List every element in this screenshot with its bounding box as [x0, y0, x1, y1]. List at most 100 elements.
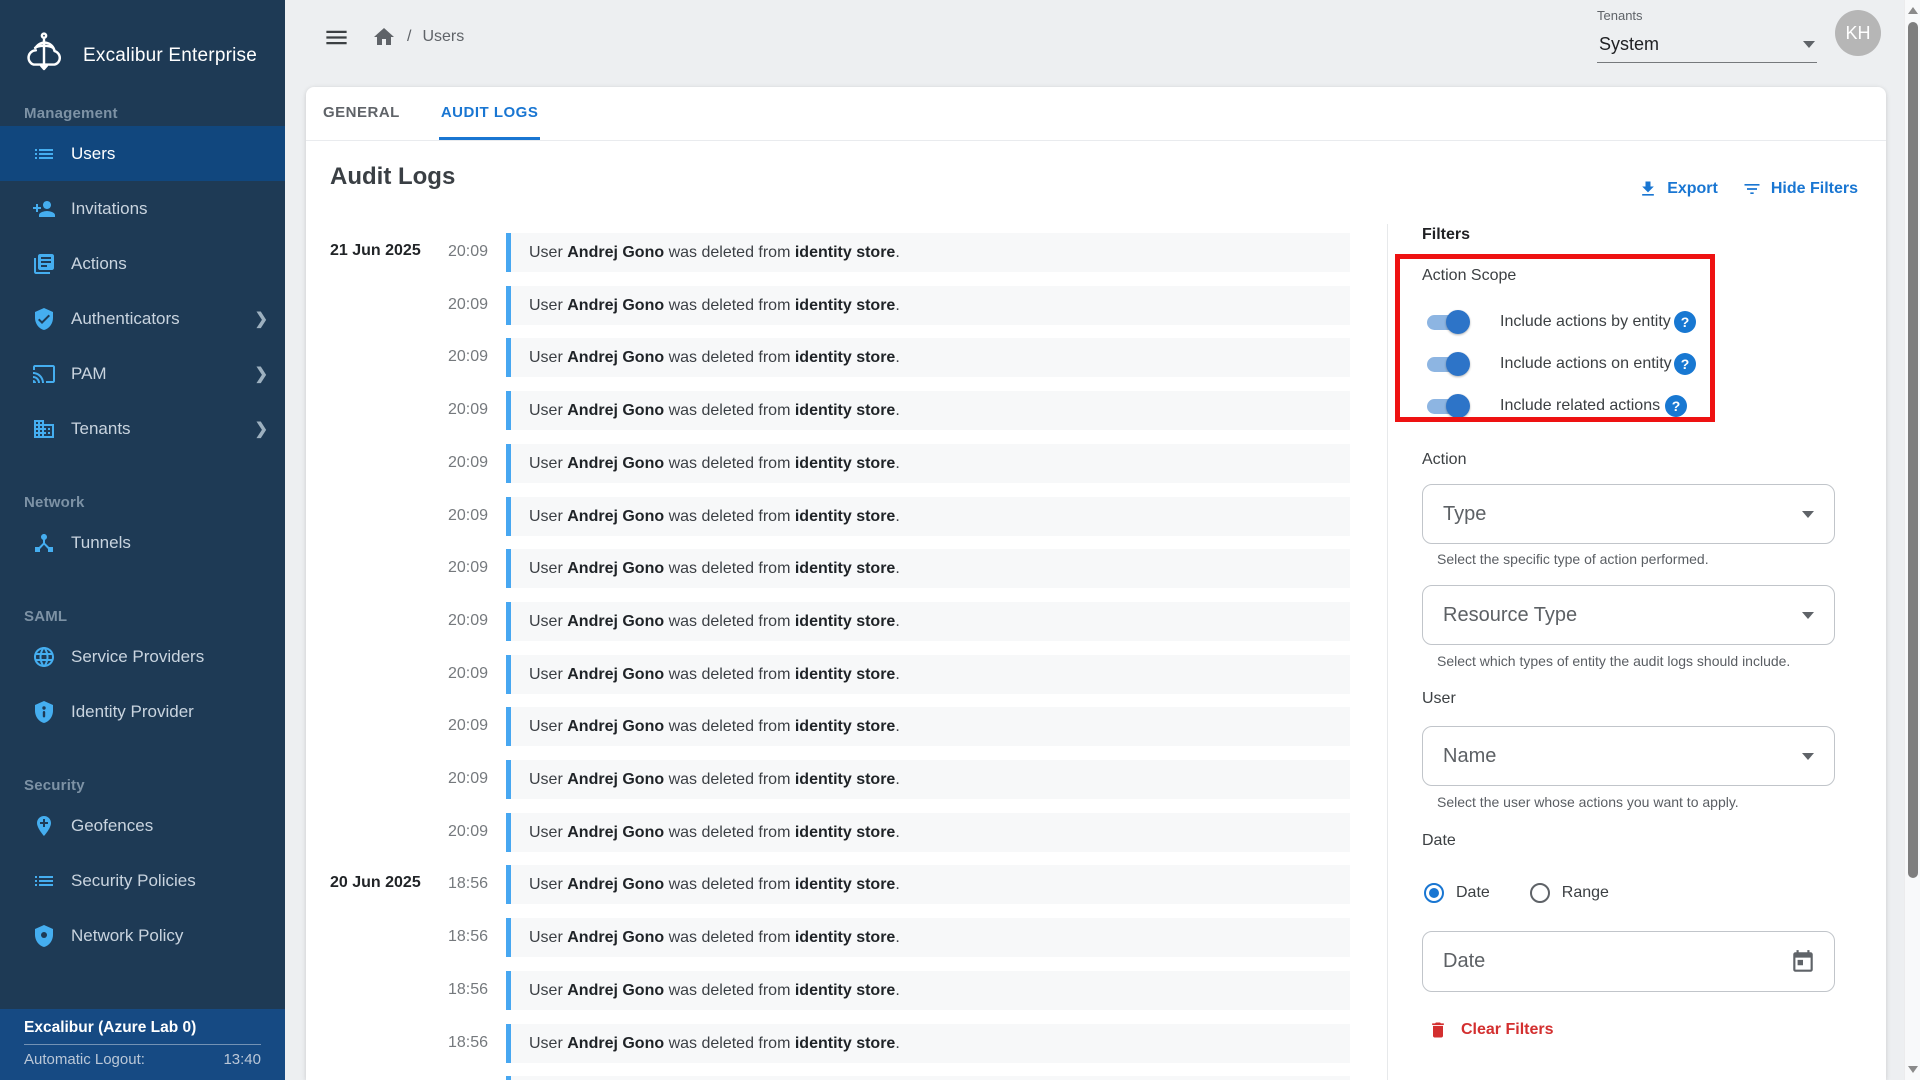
- date-section-label: Date: [1422, 832, 1456, 850]
- scrollbar-down-arrow[interactable]: [1908, 1066, 1918, 1073]
- sidebar-item-label: Network Policy: [71, 926, 183, 946]
- toggle-label: Include actions by entity: [1500, 313, 1671, 331]
- page-title: Audit Logs: [330, 163, 455, 191]
- resource-type-select[interactable]: Resource Type: [1422, 585, 1835, 645]
- export-button[interactable]: Export: [1638, 179, 1718, 199]
- top-header: / Users Tenants System KH: [285, 0, 1904, 74]
- avatar[interactable]: KH: [1835, 10, 1881, 56]
- log-entry[interactable]: User Andrej Gono was deleted from identi…: [506, 813, 1350, 852]
- radio-date[interactable]: [1424, 883, 1444, 903]
- breadcrumb: / Users: [372, 25, 464, 49]
- sidebar-item-security-policies[interactable]: Security Policies: [0, 853, 285, 908]
- radio-date-label: Date: [1456, 884, 1490, 902]
- audit-log-row: 18:56User Andrej Gono was deleted from i…: [306, 1024, 1396, 1063]
- log-time: 20:09: [430, 454, 488, 472]
- sidebar-item-tenants[interactable]: Tenants❯: [0, 401, 285, 456]
- log-entry[interactable]: User Andrej Gono was deleted from identi…: [506, 760, 1350, 799]
- help-question-icon[interactable]: ?: [1665, 395, 1687, 417]
- sidebar-item-label: Security Policies: [71, 871, 196, 891]
- log-entry[interactable]: User Andrej Gono was deleted from identi…: [506, 918, 1350, 957]
- sidebar-item-actions[interactable]: Actions: [0, 236, 285, 291]
- audit-log-row: 21 Jun 202520:09User Andrej Gono was del…: [306, 233, 1396, 272]
- log-entry[interactable]: User Andrej Gono was deleted from identi…: [506, 233, 1350, 272]
- sidebar-item-label: Service Providers: [71, 647, 204, 667]
- sidebar-item-label: Invitations: [71, 199, 148, 219]
- audit-log-row: 20:09User Andrej Gono was deleted from i…: [306, 338, 1396, 377]
- sidebar-item-label: Tenants: [71, 419, 131, 439]
- log-entry[interactable]: User Andrej Gono was deleted from identi…: [506, 865, 1350, 904]
- log-time: 20:09: [430, 823, 488, 841]
- date-input[interactable]: Date: [1422, 931, 1835, 992]
- log-entry[interactable]: User Andrej Gono was deleted from identi…: [506, 971, 1350, 1010]
- log-time: 20:09: [430, 243, 488, 261]
- sidebar-item-pam[interactable]: PAM❯: [0, 346, 285, 401]
- help-question-icon[interactable]: ?: [1674, 353, 1696, 375]
- log-entry[interactable]: [506, 1076, 1350, 1080]
- page-scrollbar: [1904, 0, 1920, 1080]
- sidebar-nav: ManagementUsersInvitationsActionsAuthent…: [0, 100, 285, 963]
- home-icon[interactable]: [372, 25, 396, 49]
- radio-range[interactable]: [1530, 883, 1550, 903]
- action-section-label: Action: [1422, 451, 1466, 469]
- tab-audit-logs[interactable]: AUDIT LOGS: [439, 87, 541, 140]
- log-entry[interactable]: User Andrej Gono was deleted from identi…: [506, 286, 1350, 325]
- log-entry[interactable]: User Andrej Gono was deleted from identi…: [506, 549, 1350, 588]
- pin-plus-icon: [32, 814, 56, 838]
- sidebar-item-users[interactable]: Users: [0, 126, 285, 181]
- log-entry[interactable]: User Andrej Gono was deleted from identi…: [506, 497, 1350, 536]
- log-entry[interactable]: User Andrej Gono was deleted from identi…: [506, 707, 1350, 746]
- excalibur-cloud-sword-logo: [18, 30, 70, 82]
- hub-icon: [32, 531, 56, 555]
- help-question-icon[interactable]: ?: [1674, 311, 1696, 333]
- log-time: 20:09: [430, 559, 488, 577]
- audit-log-row: 20:09 User Andrej Gono was deleted from i…: [306, 444, 1396, 483]
- breadcrumb-separator: /: [407, 28, 411, 46]
- sidebar-item-identity-provider[interactable]: Identity Provider: [0, 684, 285, 739]
- log-entry[interactable]: User Andrej Gono was deleted from identi…: [506, 655, 1350, 694]
- log-entry[interactable]: User Andrej Gono was deleted from identi…: [506, 444, 1350, 483]
- user-name-select[interactable]: Name: [1422, 726, 1835, 786]
- log-entry[interactable]: User Andrej Gono was deleted from identi…: [506, 338, 1350, 377]
- sidebar-item-label: Tunnels: [71, 533, 131, 553]
- toggle-switch[interactable]: [1427, 394, 1468, 418]
- sidebar-section-security: Security: [0, 772, 285, 798]
- log-entry[interactable]: User Andrej Gono was deleted from identi…: [506, 391, 1350, 430]
- filters-title: Filters: [1422, 226, 1470, 244]
- log-entry[interactable]: User Andrej Gono was deleted from identi…: [506, 602, 1350, 641]
- audit-log-row: 18:56User Andrej Gono was deleted from i…: [306, 918, 1396, 957]
- footer-divider: [24, 1044, 261, 1045]
- chevron-down-icon: [1802, 511, 1814, 518]
- hide-filters-button[interactable]: Hide Filters: [1742, 179, 1858, 199]
- toggle-switch[interactable]: [1427, 310, 1468, 334]
- menu-toggle-button[interactable]: [323, 24, 350, 51]
- audit-log-row: 20:09User Andrej Gono was deleted from i…: [306, 602, 1396, 641]
- filters-divider: [1387, 224, 1388, 1080]
- toggle-label: Include actions on entity: [1500, 355, 1672, 373]
- sidebar-item-network-policy[interactable]: Network Policy: [0, 908, 285, 963]
- scrollbar-thumb[interactable]: [1908, 22, 1918, 878]
- sidebar-item-authenticators[interactable]: Authenticators❯: [0, 291, 285, 346]
- tab-general[interactable]: GENERAL: [321, 87, 402, 140]
- clear-filters-button[interactable]: Clear Filters: [1428, 1020, 1553, 1040]
- log-time: 20:09: [430, 717, 488, 735]
- calendar-icon[interactable]: [1790, 949, 1816, 975]
- auto-logout-time: 13:40: [223, 1051, 261, 1068]
- log-entry[interactable]: User Andrej Gono was deleted from identi…: [506, 1024, 1350, 1063]
- filter-icon: [1742, 179, 1762, 199]
- chevron-down-icon: [1803, 41, 1815, 48]
- list-icon: [32, 142, 56, 166]
- content-card: GENERAL AUDIT LOGS Audit Logs Export Hid…: [306, 87, 1886, 1080]
- tenant-select[interactable]: Tenants System: [1597, 8, 1817, 63]
- toggle-switch[interactable]: [1427, 352, 1468, 376]
- sidebar-item-tunnels[interactable]: Tunnels: [0, 515, 285, 570]
- sidebar-item-geofences[interactable]: Geofences: [0, 798, 285, 853]
- list-icon: [32, 869, 56, 893]
- sidebar-item-service-providers[interactable]: Service Providers: [0, 629, 285, 684]
- resource-type-placeholder: Resource Type: [1443, 604, 1802, 627]
- scrollbar-up-arrow[interactable]: [1908, 7, 1918, 14]
- action-type-select[interactable]: Type: [1422, 484, 1835, 544]
- sidebar-footer: Excalibur (Azure Lab 0) Automatic Logout…: [0, 1009, 285, 1080]
- log-time: 20:09: [430, 296, 488, 314]
- resource-type-hint: Select which types of entity the audit l…: [1437, 653, 1790, 669]
- sidebar-item-invitations[interactable]: Invitations: [0, 181, 285, 236]
